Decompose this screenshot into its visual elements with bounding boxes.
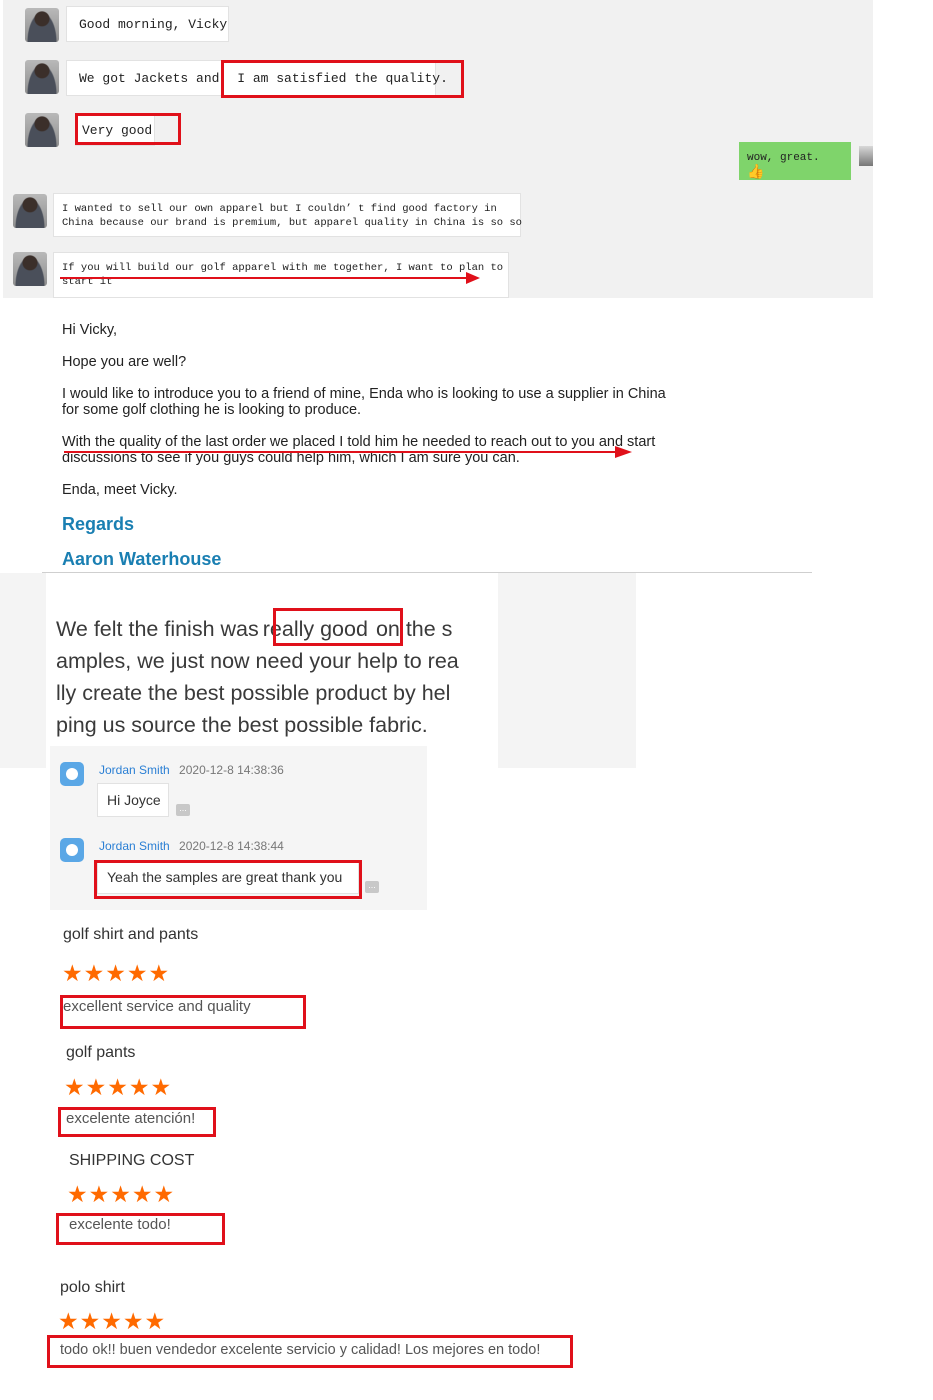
message-text: China because our brand is premium, but … bbox=[62, 217, 522, 229]
chat-bubble: Good morning, Vicky bbox=[66, 6, 229, 42]
review-title: SHIPPING COST bbox=[69, 1152, 195, 1169]
message-text: I wanted to sell our own apparel but I c… bbox=[62, 203, 497, 215]
sender-name[interactable]: Jordan Smith bbox=[99, 763, 170, 777]
star-rating: ★★★★★ bbox=[58, 1308, 167, 1334]
message-text: Good morning, Vicky bbox=[79, 17, 228, 32]
avatar bbox=[25, 8, 59, 42]
email-regards: Regards bbox=[62, 514, 135, 534]
reply-text: wow, great. bbox=[747, 152, 820, 164]
more-icon[interactable]: ... bbox=[365, 881, 379, 893]
message-header: Jordan Smith 2020-12-8 14:38:36 bbox=[99, 763, 284, 777]
highlight-box bbox=[94, 860, 362, 899]
email-signature: Aaron Waterhouse bbox=[62, 549, 222, 569]
quote-line: lly create the best possible product by … bbox=[56, 681, 451, 705]
review-title: golf pants bbox=[66, 1044, 136, 1061]
email-paragraph: Hope you are well? bbox=[62, 354, 187, 370]
avatar-small bbox=[859, 146, 873, 166]
highlight-box bbox=[75, 113, 181, 145]
email-line: I would like to introduce you to a frien… bbox=[62, 386, 666, 402]
red-arrow-underline bbox=[60, 272, 480, 284]
avatar bbox=[25, 60, 59, 94]
highlight-box bbox=[47, 1335, 573, 1368]
review-title: polo shirt bbox=[60, 1279, 125, 1296]
chat-bubble: I wanted to sell our own apparel but I c… bbox=[53, 193, 522, 237]
more-icon[interactable]: ... bbox=[176, 804, 190, 816]
highlight-box bbox=[56, 1213, 225, 1245]
chat-bubble: Hi Joyce bbox=[97, 783, 169, 817]
user-avatar-icon bbox=[60, 838, 84, 862]
chat-screenshot-1: Good morning, Vicky We got Jackets and I… bbox=[3, 0, 873, 298]
thumbs-up-icon: 👍 bbox=[747, 165, 765, 181]
review-title: golf shirt and pants bbox=[63, 926, 199, 943]
email-paragraph: I would like to introduce you to a frien… bbox=[62, 386, 666, 418]
star-rating: ★★★★★ bbox=[64, 1074, 173, 1100]
sender-name[interactable]: Jordan Smith bbox=[99, 839, 170, 853]
quote-line: amples, we just now need your help to re… bbox=[56, 649, 459, 673]
star-rating: ★★★★★ bbox=[62, 960, 171, 986]
red-arrow-underline bbox=[64, 446, 632, 458]
avatar bbox=[13, 194, 47, 228]
quote-section: We felt the finish was really good on the … bbox=[0, 573, 636, 768]
message-time: 2020-12-8 14:38:44 bbox=[179, 839, 284, 853]
email-greeting: Hi Vicky, bbox=[62, 322, 118, 338]
quote-line: ping us source the best possible fabric. bbox=[56, 713, 428, 737]
highlight-box bbox=[221, 60, 464, 98]
qq-chat-section: Jordan Smith 2020-12-8 14:38:36 Hi Joyce… bbox=[50, 746, 427, 910]
reply-bubble: wow, great. 👍 bbox=[739, 142, 851, 181]
star-rating: ★★★★★ bbox=[67, 1181, 176, 1207]
highlight-box bbox=[273, 608, 403, 646]
avatar bbox=[25, 113, 59, 147]
message-text: Hi Joyce bbox=[107, 792, 161, 808]
user-avatar-icon bbox=[60, 762, 84, 786]
message-text: We got Jackets and bbox=[79, 71, 220, 86]
avatar bbox=[13, 252, 47, 286]
quote-fragment: We felt the finish was bbox=[56, 617, 259, 641]
message-time: 2020-12-8 14:38:36 bbox=[179, 763, 284, 777]
email-paragraph: Enda, meet Vicky. bbox=[62, 482, 178, 498]
email-line: for some golf clothing he is looking to … bbox=[62, 402, 362, 418]
highlight-box bbox=[60, 995, 306, 1029]
message-header: Jordan Smith 2020-12-8 14:38:44 bbox=[99, 839, 284, 853]
highlight-box bbox=[58, 1107, 216, 1137]
